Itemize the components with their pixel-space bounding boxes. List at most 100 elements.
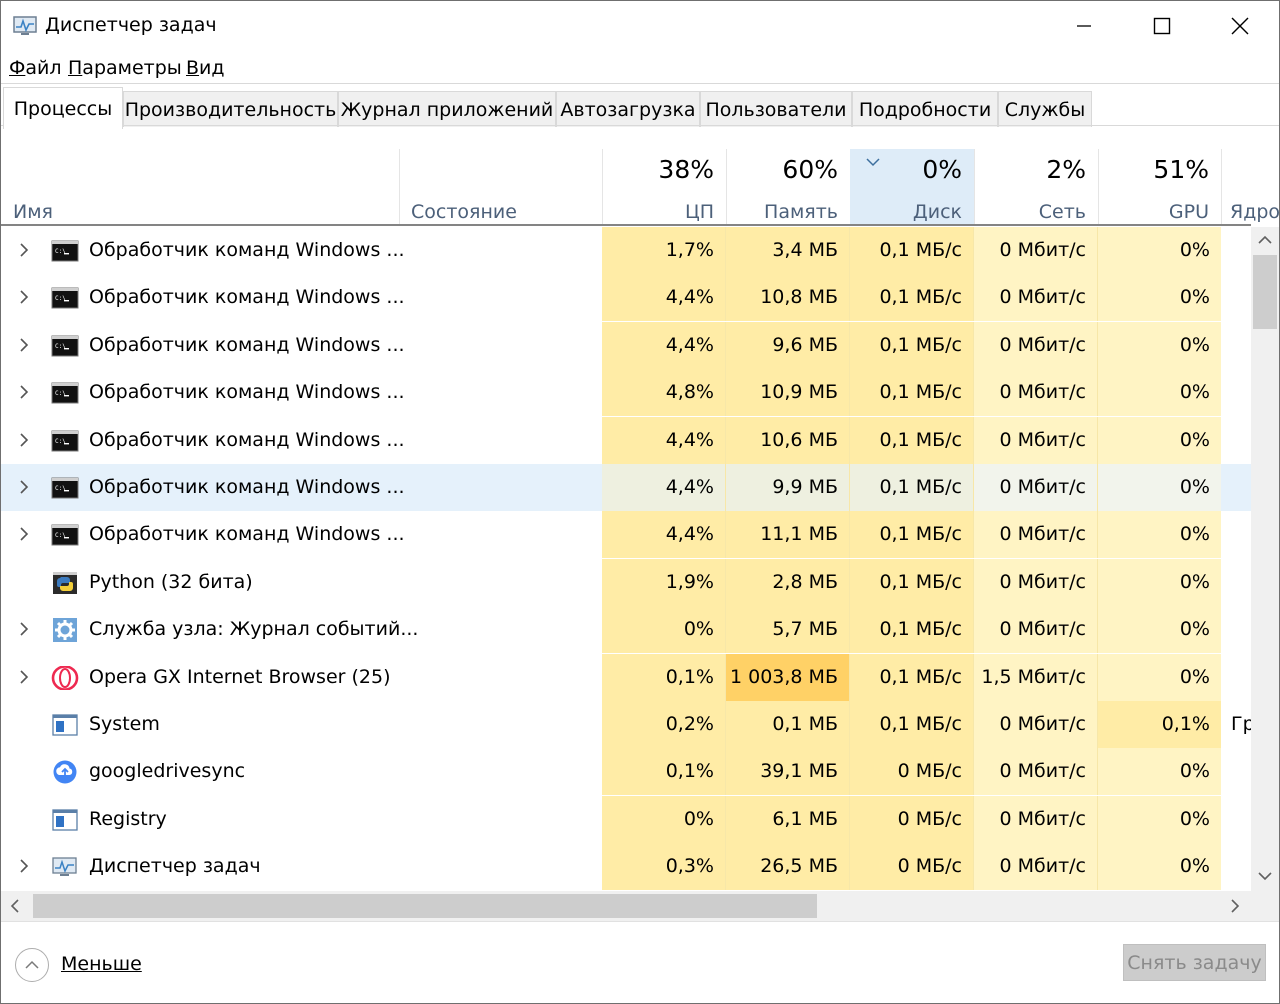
disk-cell: 0 МБ/с <box>850 795 974 843</box>
cpu-cell: 0,3% <box>602 843 726 891</box>
memory-cell: 11,1 МБ <box>726 511 850 559</box>
tab-services[interactable]: Службы <box>998 91 1092 127</box>
network-cell: 0 Мбит/с <box>974 227 1098 274</box>
maximize-button[interactable] <box>1123 1 1201 51</box>
end-task-button[interactable]: Снять задачу <box>1123 944 1266 981</box>
disk-cell: 0,1 МБ/с <box>850 416 974 464</box>
fewer-details-button[interactable] <box>15 948 49 982</box>
gpu-cell: 0% <box>1098 795 1221 843</box>
process-row[interactable]: Registry 0% 6,1 МБ 0 МБ/с 0 Мбит/с 0% <box>1 795 1251 843</box>
scroll-right-icon[interactable] <box>1230 899 1240 913</box>
vertical-scrollbar[interactable] <box>1251 227 1279 891</box>
menu-view[interactable]: Вид <box>186 57 225 79</box>
tab-processes[interactable]: Процессы <box>3 87 123 129</box>
chevron-right-icon[interactable] <box>17 858 31 874</box>
horizontal-scrollbar[interactable] <box>1 891 1251 921</box>
disk-cell: 0,1 МБ/с <box>850 227 974 274</box>
column-header-network[interactable]: 2% Сеть <box>974 149 1098 225</box>
process-row[interactable]: C:\ Обработчик команд Windows ... 4,4% 10,8… <box>1 274 1251 322</box>
column-header-name[interactable]: Имя <box>1 149 399 225</box>
gpu-cell: 0% <box>1098 843 1221 891</box>
column-header-gpu-engine[interactable]: Ядро <box>1221 149 1279 225</box>
process-row[interactable]: C:\ Обработчик команд Windows ... 1,7% 3,4 … <box>1 227 1251 274</box>
process-row[interactable]: Opera GX Internet Browser (25) 0,1% 1 003,… <box>1 653 1251 701</box>
vertical-scroll-thumb[interactable] <box>1253 255 1277 329</box>
scroll-down-icon[interactable] <box>1258 871 1272 881</box>
chevron-right-icon[interactable] <box>17 432 31 448</box>
chevron-right-icon[interactable] <box>17 526 31 542</box>
process-row[interactable]: C:\ Обработчик команд Windows ... 4,8% 10,9… <box>1 369 1251 417</box>
network-cell: 0 Мбит/с <box>974 321 1098 369</box>
chevron-right-icon[interactable] <box>17 242 31 258</box>
tab-startup[interactable]: Автозагрузка <box>556 91 700 127</box>
cpu-cell: 1,7% <box>602 227 726 274</box>
chevron-right-icon[interactable] <box>17 289 31 305</box>
column-header: Имя Состояние 38% ЦП 60% Память 0% Диск … <box>1 141 1279 225</box>
chevron-right-icon[interactable] <box>17 384 31 400</box>
memory-cell: 10,6 МБ <box>726 416 850 464</box>
process-row[interactable]: Python (32 бита) 1,9% 2,8 МБ 0,1 МБ/с 0 Мбит… <box>1 558 1251 606</box>
disk-cell: 0,1 МБ/с <box>850 558 974 606</box>
column-header-memory[interactable]: 60% Память <box>726 149 850 225</box>
process-name: Обработчик команд Windows ... <box>89 476 405 498</box>
cpu-cell: 4,8% <box>602 369 726 417</box>
cpu-cell: 1,9% <box>602 558 726 606</box>
cpu-cell: 4,4% <box>602 274 726 322</box>
task-manager-icon <box>13 16 37 35</box>
gpu-cell: 0% <box>1098 227 1221 274</box>
process-row[interactable]: System 0,2% 0,1 МБ 0,1 МБ/с 0 Мбит/с 0,1% Гр <box>1 701 1251 748</box>
cmd-icon: C:\ <box>51 429 79 453</box>
column-header-disk[interactable]: 0% Диск <box>850 149 974 225</box>
disk-cell: 0,1 МБ/с <box>850 321 974 369</box>
network-cell: 0 Мбит/с <box>974 748 1098 796</box>
chevron-up-icon <box>25 960 39 969</box>
process-name: Обработчик команд Windows ... <box>89 381 405 404</box>
system-window-icon <box>51 713 79 737</box>
tab-app-history[interactable]: Журнал приложений <box>338 91 556 127</box>
maximize-icon <box>1153 17 1171 35</box>
chevron-right-icon[interactable] <box>17 337 31 353</box>
memory-cell: 9,9 МБ <box>726 464 850 511</box>
cmd-icon: C:\ <box>51 476 79 500</box>
tab-users[interactable]: Пользователи <box>700 91 852 127</box>
column-header-status[interactable]: Состояние <box>399 149 602 225</box>
minimize-button[interactable] <box>1045 1 1123 51</box>
fewer-details-link[interactable]: Меньше <box>61 953 142 975</box>
horizontal-scroll-thumb[interactable] <box>33 894 817 918</box>
gpu-cell: 0% <box>1098 369 1221 417</box>
footer: Меньше Снять задачу <box>1 921 1279 1003</box>
gpu-cell: 0% <box>1098 274 1221 322</box>
network-cell: 0 Мбит/с <box>974 416 1098 464</box>
memory-cell: 1 003,8 МБ <box>726 653 850 701</box>
column-header-cpu[interactable]: 38% ЦП <box>602 149 726 225</box>
menu-file[interactable]: Файл <box>9 57 62 79</box>
network-cell: 0 Мбит/с <box>974 795 1098 843</box>
process-row[interactable]: C:\ Обработчик команд Windows ... 4,4% 9,9 … <box>1 464 1251 511</box>
process-row[interactable]: Диспетчер задач 0,3% 26,5 МБ 0 МБ/с 0 Мбит/с… <box>1 843 1251 891</box>
memory-cell: 39,1 МБ <box>726 748 850 796</box>
process-row[interactable]: C:\ Обработчик команд Windows ... 4,4% 11,1… <box>1 511 1251 559</box>
chevron-right-icon[interactable] <box>17 669 31 685</box>
network-cell: 0 Мбит/с <box>974 558 1098 606</box>
scroll-left-icon[interactable] <box>10 899 20 913</box>
cmd-icon: C:\ <box>51 523 79 547</box>
process-row[interactable]: Служба узла: Журнал событий... 0% 5,7 МБ 0,… <box>1 606 1251 654</box>
process-row[interactable]: googledrivesync 0,1% 39,1 МБ 0 МБ/с 0 Мбит/с… <box>1 748 1251 796</box>
chevron-right-icon[interactable] <box>17 621 31 637</box>
gpu-cell: 0% <box>1098 606 1221 654</box>
title-bar[interactable]: Диспетчер задач <box>1 1 1279 51</box>
process-row[interactable]: C:\ Обработчик команд Windows ... 4,4% 9,6 … <box>1 321 1251 369</box>
close-button[interactable] <box>1201 1 1279 51</box>
gpu-cell: 0% <box>1098 464 1221 511</box>
tab-details[interactable]: Подробности <box>852 91 998 127</box>
network-cell: 0 Мбит/с <box>974 606 1098 654</box>
tab-performance[interactable]: Производительность <box>123 91 338 127</box>
process-name: Обработчик команд Windows ... <box>89 333 405 356</box>
gpu-cell: 0% <box>1098 653 1221 701</box>
column-header-gpu[interactable]: 51% GPU <box>1098 149 1221 225</box>
menu-options[interactable]: Параметры <box>68 57 182 79</box>
process-row[interactable]: C:\ Обработчик команд Windows ... 4,4% 10,6… <box>1 416 1251 464</box>
scroll-up-icon[interactable] <box>1258 235 1272 245</box>
gpu-cell: 0% <box>1098 416 1221 464</box>
chevron-right-icon[interactable] <box>17 479 31 495</box>
